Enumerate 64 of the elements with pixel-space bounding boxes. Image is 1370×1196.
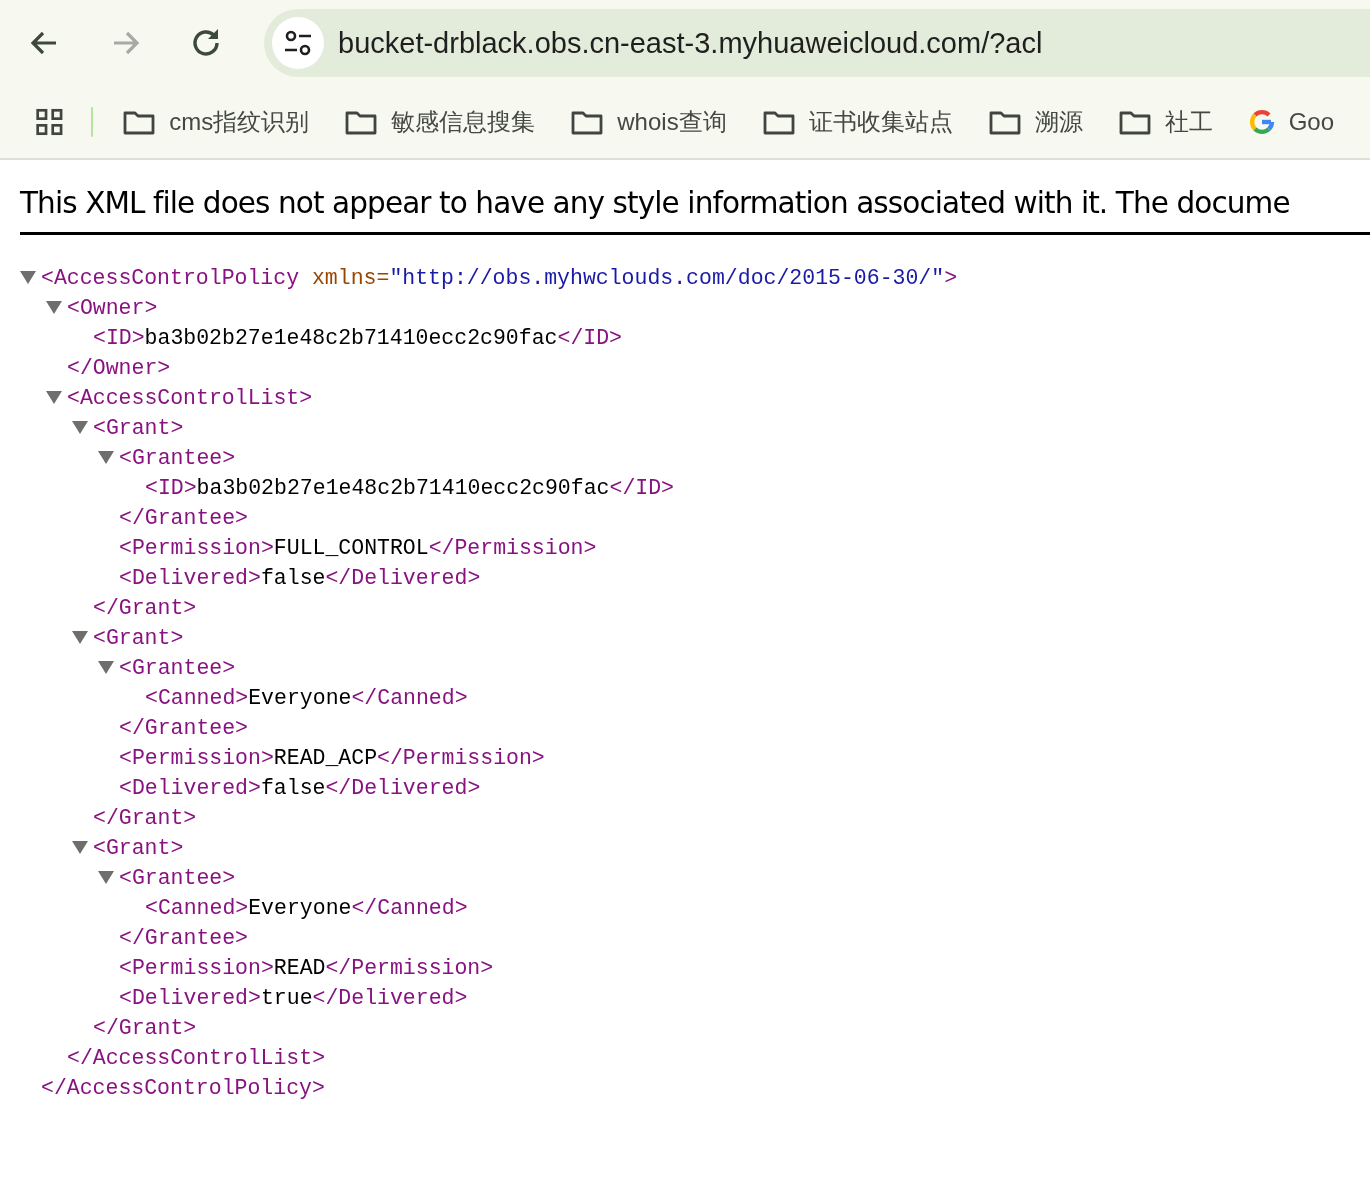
xml-line: <Delivered>true</Delivered> xyxy=(118,985,469,1012)
xml-line: <Grant> xyxy=(72,413,1370,443)
toggle-icon[interactable] xyxy=(98,870,114,884)
xml-line: <Grant> xyxy=(72,623,1370,653)
bookmark-label: 敏感信息搜集 xyxy=(391,107,536,137)
toggle-icon[interactable] xyxy=(98,450,114,464)
toggle-icon[interactable] xyxy=(98,660,114,674)
xml-line: <Permission>FULL_CONTROL</Permission> xyxy=(118,535,598,562)
xml-line: <Delivered>false</Delivered> xyxy=(118,775,482,802)
apps-icon[interactable] xyxy=(36,106,63,138)
xml-line: <Grantee> xyxy=(98,863,1370,893)
bookmark-label: 溯源 xyxy=(1034,107,1083,137)
bookmark[interactable]: whois查询 xyxy=(571,106,727,138)
xml-line: <Owner> xyxy=(46,293,1370,323)
folder-icon xyxy=(571,109,604,135)
xml-line: </Grant> xyxy=(92,805,198,832)
toggle-icon[interactable] xyxy=(20,270,36,284)
folder-icon xyxy=(123,109,156,135)
xml-line: <AccessControlList> xyxy=(46,383,1370,413)
xml-line: </Owner> xyxy=(66,355,172,382)
bookmark-label: 证书收集站点 xyxy=(808,107,953,137)
toggle-icon[interactable] xyxy=(46,390,62,404)
folder-icon xyxy=(1118,109,1151,135)
xml-line: <Canned>Everyone</Canned> xyxy=(144,895,469,922)
xml-line: <ID>ba3b02b27e1e48c2b71410ecc2c90fac</ID> xyxy=(92,325,623,352)
address-bar[interactable]: bucket-drblack.obs.cn-east-3.myhuaweicloud.com/?acl xyxy=(264,9,1370,77)
bookmark[interactable]: 敏感信息搜集 xyxy=(345,106,536,138)
site-info-button[interactable] xyxy=(272,17,324,69)
xml-notice-text: This XML file does not appear to have any style information associated with it. The docume xyxy=(20,186,1290,220)
bookmark[interactable]: 溯源 xyxy=(988,106,1083,138)
xml-line: <Grant> xyxy=(72,833,1370,863)
google-icon xyxy=(1248,109,1275,135)
xml-line: </AccessControlPolicy> xyxy=(40,1075,326,1102)
xml-line: <Grantee> xyxy=(98,653,1370,683)
xml-line: <ID>ba3b02b27e1e48c2b71410ecc2c90fac</ID> xyxy=(144,475,675,502)
xml-line: </Grantee> xyxy=(118,925,250,952)
bookmark[interactable]: 社工 xyxy=(1118,106,1213,138)
xml-line: </AccessControlList> xyxy=(66,1045,327,1072)
bookmark-label: Goo xyxy=(1288,108,1334,136)
xml-line: <Permission>READ_ACP</Permission> xyxy=(118,745,546,772)
bookmark[interactable]: Goo xyxy=(1248,108,1334,136)
xml-line: </Grant> xyxy=(92,595,198,622)
bookmark[interactable]: cms指纹识别 xyxy=(123,106,310,138)
toggle-icon[interactable] xyxy=(72,840,88,854)
url-text: bucket-drblack.obs.cn-east-3.myhuaweicloud.com/?acl xyxy=(338,26,1043,60)
folder-icon xyxy=(988,109,1021,135)
toggle-icon[interactable] xyxy=(46,300,62,314)
xml-line: <Delivered>false</Delivered> xyxy=(118,565,482,592)
tune-icon xyxy=(283,28,313,58)
bookmark-label: cms指纹识别 xyxy=(169,107,310,137)
bookmark-label: whois查询 xyxy=(617,107,727,137)
xml-line: <AccessControlPolicy xmlns="http://obs.myhwclouds.com/doc/2015-06-30/"> xyxy=(20,263,1370,293)
toggle-icon[interactable] xyxy=(72,420,88,434)
xml-line: </Grant> xyxy=(92,1015,198,1042)
bookmark-label: 社工 xyxy=(1164,107,1213,137)
xml-line: <Grantee> xyxy=(98,443,1370,473)
xml-line: </Grantee> xyxy=(118,505,250,532)
xml-line: <Canned>Everyone</Canned> xyxy=(144,685,469,712)
folder-icon xyxy=(762,109,795,135)
bookmark[interactable]: 证书收集站点 xyxy=(762,106,953,138)
folder-icon xyxy=(345,109,378,135)
toggle-icon[interactable] xyxy=(72,630,88,644)
xml-line: <Permission>READ</Permission> xyxy=(118,955,495,982)
xml-line: </Grantee> xyxy=(118,715,250,742)
